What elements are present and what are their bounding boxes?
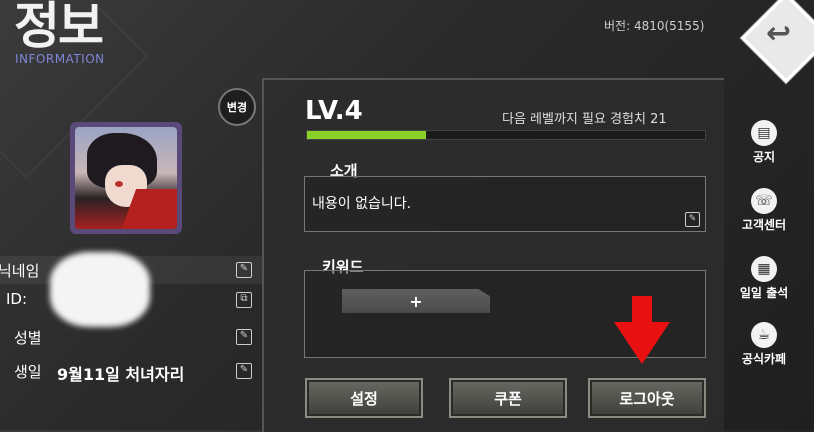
birthday-value: 9월11일 처녀자리 — [57, 365, 185, 384]
back-arrow-icon: ↩ — [766, 16, 792, 51]
page-title: 정보 — [14, 0, 104, 55]
side-menu-daily-attendance[interactable]: ▦ 일일 출석 — [734, 256, 794, 301]
gender-label: 성별 — [14, 329, 42, 347]
coupon-button[interactable]: 쿠폰 — [449, 378, 567, 418]
notice-icon: ▤ — [751, 120, 777, 146]
annotation-arrow-shaft — [632, 296, 652, 324]
exp-progress-fill — [307, 131, 427, 139]
avatar-image — [75, 127, 177, 229]
edit-birthday-icon[interactable]: ✎ — [236, 363, 252, 379]
birthday-label: 생일 — [14, 363, 42, 381]
edit-gender-icon[interactable]: ✎ — [236, 329, 252, 345]
customer-center-icon: ☏ — [751, 188, 777, 214]
annotation-arrow-icon — [614, 322, 670, 364]
next-level-exp: 다음 레벨까지 필요 경험치 21 — [502, 112, 667, 127]
change-avatar-button[interactable]: 변경 — [218, 88, 256, 126]
level-label: LV.4 — [305, 96, 363, 126]
side-menu-daily-attendance-label: 일일 출석 — [739, 286, 789, 300]
settings-button[interactable]: 설정 — [305, 378, 423, 418]
avatar[interactable] — [70, 122, 182, 234]
edit-intro-icon[interactable]: ✎ — [685, 212, 700, 227]
gender-row: 성별 ✎ — [0, 323, 262, 351]
side-menu-customer-center-label: 고객센터 — [741, 218, 787, 232]
logout-button[interactable]: 로그아웃 — [588, 378, 706, 418]
daily-attendance-icon: ▦ — [751, 256, 777, 282]
side-menu-notice[interactable]: ▤ 공지 — [734, 120, 794, 165]
exp-progress-bar — [306, 130, 706, 140]
intro-text: 내용이 없습니다. — [312, 196, 412, 212]
side-menu-official-cafe[interactable]: ☕ 공식카페 — [734, 322, 794, 367]
copy-id-icon[interactable]: ⧉ — [236, 292, 252, 308]
side-menu-official-cafe-label: 공식카페 — [741, 352, 787, 366]
page-subtitle: INFORMATION — [15, 52, 105, 66]
add-keyword-button[interactable]: + — [342, 289, 490, 313]
redaction-blur — [50, 252, 150, 327]
edit-nickname-icon[interactable]: ✎ — [236, 262, 252, 278]
version-label: 버전: 4810(5155) — [604, 19, 705, 33]
side-menu-notice-label: 공지 — [752, 150, 776, 164]
side-menu-customer-center[interactable]: ☏ 고객센터 — [734, 188, 794, 233]
nickname-label: 닉네임 — [0, 262, 40, 280]
official-cafe-icon: ☕ — [751, 322, 777, 348]
back-button[interactable]: ↩ — [736, 0, 814, 84]
id-label: ID: — [6, 290, 28, 308]
